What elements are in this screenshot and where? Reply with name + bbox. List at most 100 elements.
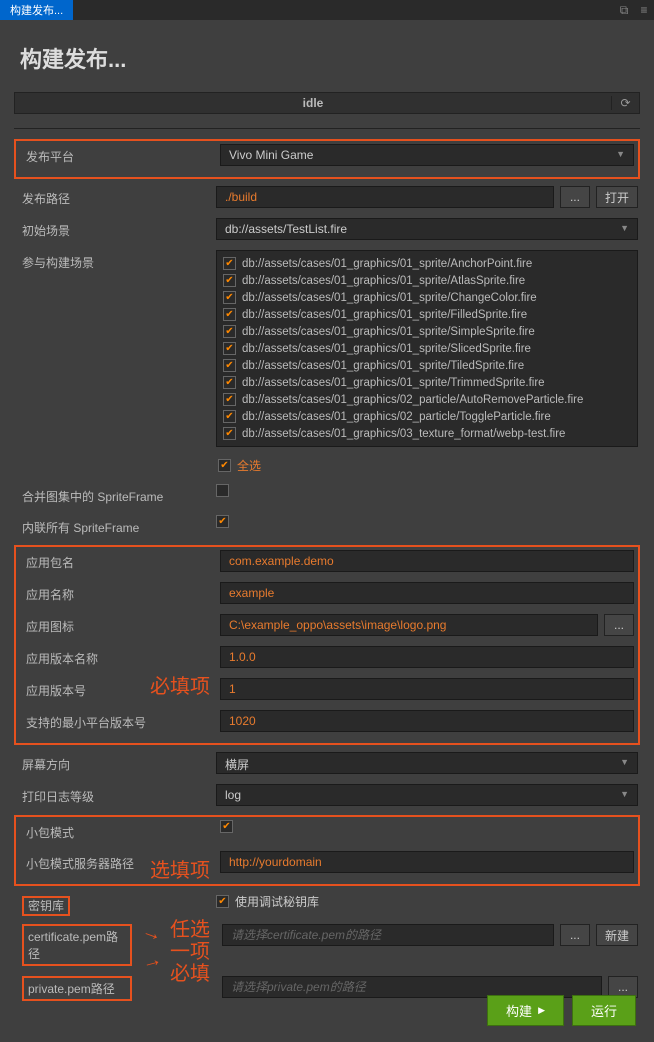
scene-path: db://assets/cases/01_graphics/03_texture… xyxy=(242,428,565,440)
titlebar-tab[interactable]: 构建发布... xyxy=(0,0,73,20)
icon-browse-button[interactable]: ... xyxy=(604,614,634,636)
scene-path: db://assets/cases/01_graphics/02_particl… xyxy=(242,411,551,423)
build-form: 发布平台 Vivo Mini Game 发布路径 ... 打开 初始场景 db:… xyxy=(14,128,640,1002)
scene-item[interactable]: db://assets/cases/01_graphics/01_sprite/… xyxy=(221,340,633,357)
scene-checkbox[interactable] xyxy=(223,257,236,270)
inline-sf-label: 内联所有 SpriteFrame xyxy=(16,515,216,536)
scene-checkbox[interactable] xyxy=(223,410,236,423)
scene-item[interactable]: db://assets/cases/01_graphics/02_particl… xyxy=(221,391,633,408)
init-scene-label: 初始场景 xyxy=(16,218,216,239)
ver-name-label: 应用版本名称 xyxy=(20,646,220,667)
row-small-pkg: 小包模式 xyxy=(18,819,636,842)
browse-button[interactable]: ... xyxy=(560,186,590,208)
debug-keystore-checkbox[interactable] xyxy=(216,895,229,908)
row-pkg-name: 应用包名 xyxy=(18,549,636,573)
app-icon-input[interactable] xyxy=(220,614,598,636)
scene-list[interactable]: db://assets/cases/01_graphics/01_sprite/… xyxy=(216,250,638,447)
keystore-label: 密钥库 xyxy=(22,896,70,916)
build-path-input[interactable] xyxy=(216,186,554,208)
pkg-name-input[interactable] xyxy=(220,550,634,572)
debug-keystore-label: 使用调试秘钥库 xyxy=(235,893,319,910)
row-log-level: 打印日志等级 log xyxy=(14,783,640,807)
scene-path: db://assets/cases/01_graphics/01_sprite/… xyxy=(242,258,532,270)
priv-pem-label: private.pem路径 xyxy=(22,976,132,1001)
scene-checkbox[interactable] xyxy=(223,291,236,304)
merge-atlas-label: 合并图集中的 SpriteFrame xyxy=(16,484,216,505)
orientation-label: 屏幕方向 xyxy=(16,752,216,773)
scene-item[interactable]: db://assets/cases/01_graphics/01_sprite/… xyxy=(221,306,633,323)
scene-checkbox[interactable] xyxy=(223,393,236,406)
ver-code-input[interactable] xyxy=(220,678,634,700)
row-inline-sf: 内联所有 SpriteFrame xyxy=(14,514,640,537)
small-pkg-checkbox[interactable] xyxy=(220,820,233,833)
scene-item[interactable]: db://assets/cases/01_graphics/01_sprite/… xyxy=(221,289,633,306)
popout-icon[interactable]: ⧉ xyxy=(614,3,634,18)
min-platform-input[interactable] xyxy=(220,710,634,732)
app-name-input[interactable] xyxy=(220,582,634,604)
titlebar: 构建发布... ⧉ ≡ xyxy=(0,0,654,20)
scene-checkbox[interactable] xyxy=(223,359,236,372)
scene-item[interactable]: db://assets/cases/01_graphics/01_sprite/… xyxy=(221,272,633,289)
scene-item[interactable]: db://assets/cases/01_graphics/03_texture… xyxy=(221,425,633,442)
row-app-icon: 应用图标 ... xyxy=(18,613,636,637)
scenes-label: 参与构建场景 xyxy=(16,250,216,271)
log-level-label: 打印日志等级 xyxy=(16,784,216,805)
scene-path: db://assets/cases/01_graphics/02_particl… xyxy=(242,394,583,406)
scene-checkbox[interactable] xyxy=(223,274,236,287)
app-icon-label: 应用图标 xyxy=(20,614,220,635)
log-level-select[interactable]: log xyxy=(216,784,638,806)
cert-browse-button[interactable]: ... xyxy=(560,924,590,946)
refresh-icon[interactable]: ⟳ xyxy=(611,96,639,110)
scene-checkbox[interactable] xyxy=(223,427,236,440)
build-path-label: 发布路径 xyxy=(16,186,216,207)
scene-item[interactable]: db://assets/cases/01_graphics/02_particl… xyxy=(221,408,633,425)
scene-path: db://assets/cases/01_graphics/01_sprite/… xyxy=(242,309,527,321)
main-panel: 构建发布... idle ⟳ 发布平台 Vivo Mini Game 发布路径 … xyxy=(0,20,654,1042)
ver-name-input[interactable] xyxy=(220,646,634,668)
scene-checkbox[interactable] xyxy=(223,325,236,338)
small-pkg-server-input[interactable] xyxy=(220,851,634,873)
menu-icon[interactable]: ≡ xyxy=(634,3,654,17)
scene-checkbox[interactable] xyxy=(223,342,236,355)
footer-buttons: 构建▶ 运行 xyxy=(487,995,636,1026)
merge-atlas-checkbox[interactable] xyxy=(216,484,229,497)
scene-checkbox[interactable] xyxy=(223,308,236,321)
run-button[interactable]: 运行 xyxy=(572,995,636,1026)
scene-path: db://assets/cases/01_graphics/01_sprite/… xyxy=(242,326,535,338)
inline-sf-checkbox[interactable] xyxy=(216,515,229,528)
row-keystore: 密钥库 使用调试秘钥库 xyxy=(14,892,640,915)
row-cert-pem: certificate.pem路径 ... 新建 xyxy=(14,923,640,967)
select-all-checkbox[interactable] xyxy=(218,459,231,472)
row-orientation: 屏幕方向 横屏 xyxy=(14,751,640,775)
chevron-right-icon: ▶ xyxy=(538,1005,545,1016)
orientation-select[interactable]: 横屏 xyxy=(216,752,638,774)
ver-code-label: 应用版本号 xyxy=(20,678,220,699)
select-all-row[interactable]: 全选 xyxy=(216,457,638,474)
platform-select[interactable]: Vivo Mini Game xyxy=(220,144,634,166)
build-button[interactable]: 构建▶ xyxy=(487,995,564,1026)
scene-path: db://assets/cases/01_graphics/01_sprite/… xyxy=(242,360,524,372)
row-init-scene: 初始场景 db://assets/TestList.fire xyxy=(14,217,640,241)
row-build-path: 发布路径 ... 打开 xyxy=(14,185,640,209)
scene-item[interactable]: db://assets/cases/01_graphics/01_sprite/… xyxy=(221,374,633,391)
row-ver-code: 应用版本号 xyxy=(18,677,636,701)
status-text: idle xyxy=(15,96,611,110)
page-title: 构建发布... xyxy=(20,42,640,74)
scene-item[interactable]: db://assets/cases/01_graphics/01_sprite/… xyxy=(221,357,633,374)
cert-new-button[interactable]: 新建 xyxy=(596,924,638,946)
scene-path: db://assets/cases/01_graphics/01_sprite/… xyxy=(242,292,537,304)
row-merge-atlas: 合并图集中的 SpriteFrame xyxy=(14,483,640,506)
cert-pem-input[interactable] xyxy=(222,924,554,946)
init-scene-select[interactable]: db://assets/TestList.fire xyxy=(216,218,638,240)
scene-item[interactable]: db://assets/cases/01_graphics/01_sprite/… xyxy=(221,255,633,272)
scene-path: db://assets/cases/01_graphics/01_sprite/… xyxy=(242,343,531,355)
select-all-label: 全选 xyxy=(237,457,261,474)
status-bar: idle ⟳ xyxy=(14,92,640,114)
row-scenes: 参与构建场景 db://assets/cases/01_graphics/01_… xyxy=(14,249,640,475)
scene-item[interactable]: db://assets/cases/01_graphics/01_sprite/… xyxy=(221,323,633,340)
scene-checkbox[interactable] xyxy=(223,376,236,389)
platform-label: 发布平台 xyxy=(20,144,220,165)
scene-path: db://assets/cases/01_graphics/01_sprite/… xyxy=(242,377,545,389)
open-button[interactable]: 打开 xyxy=(596,186,638,208)
row-small-pkg-server: 小包模式服务器路径 xyxy=(18,850,636,874)
